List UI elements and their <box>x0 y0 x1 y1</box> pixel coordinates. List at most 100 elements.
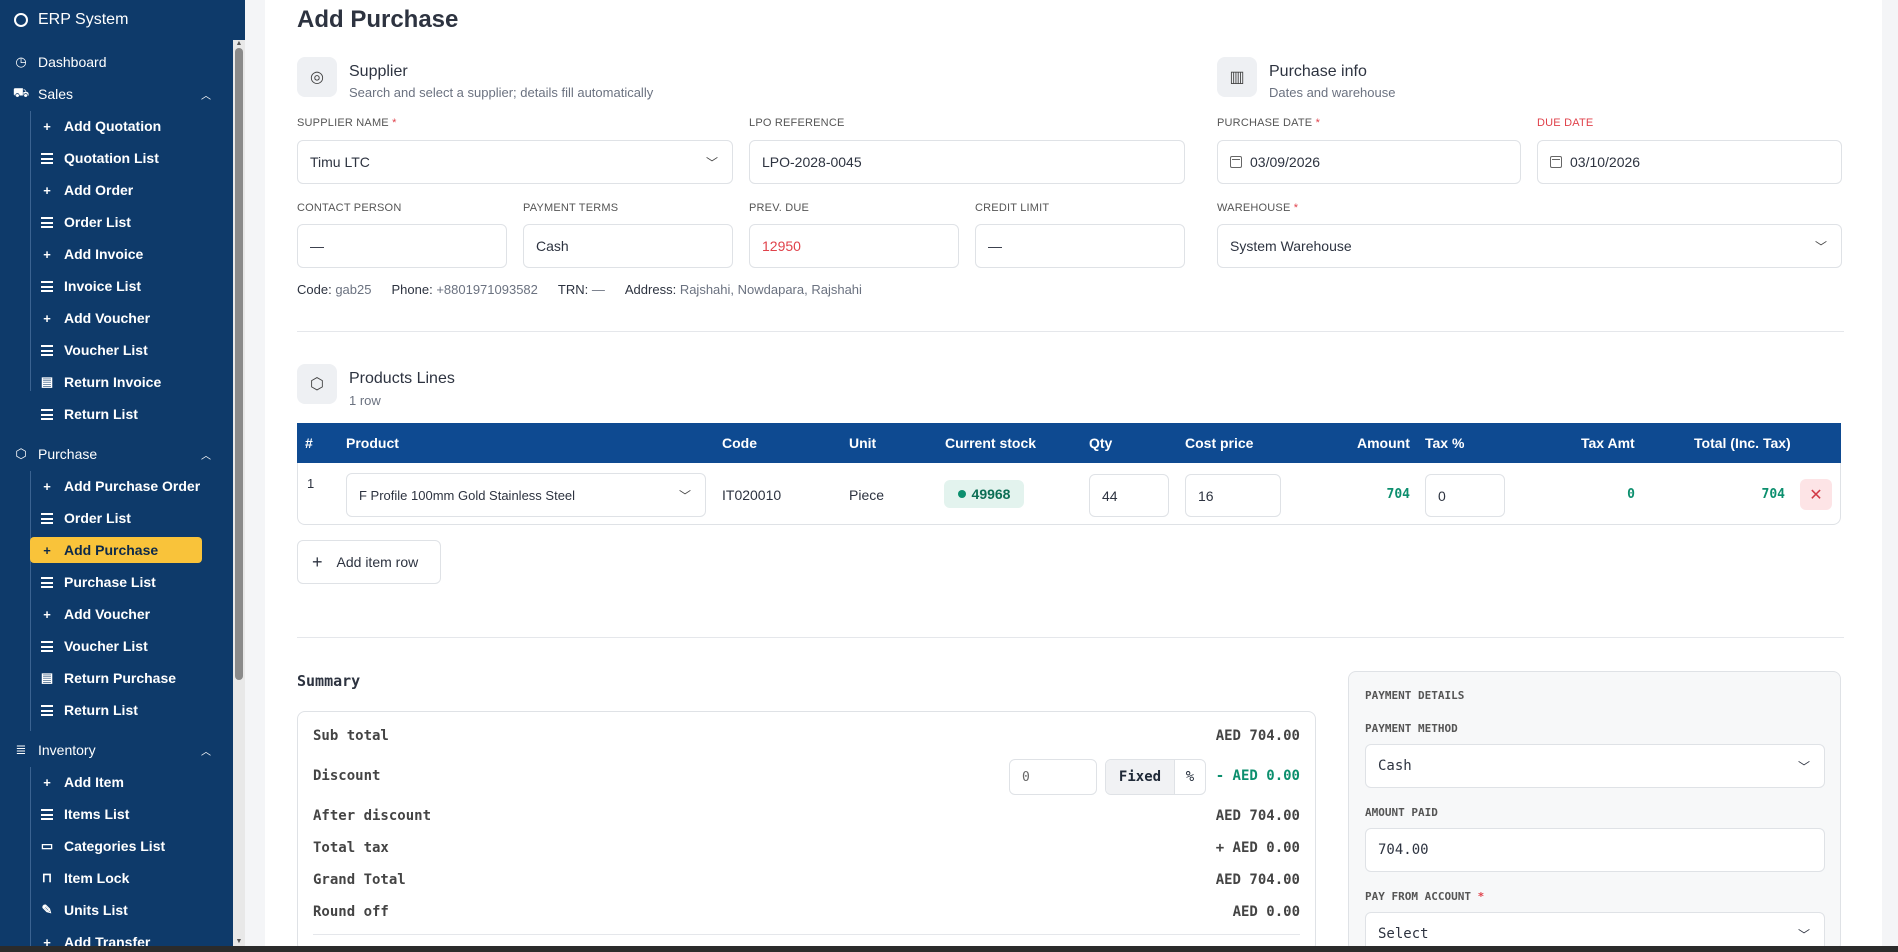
supplier-section-title: Supplier <box>349 63 408 80</box>
dashboard-icon: ◷ <box>15 54 27 69</box>
discount-percent-option[interactable]: % <box>1175 760 1205 794</box>
sidebar-item-purchase-add-voucher[interactable]: + Add Voucher <box>0 600 233 628</box>
list-icon <box>40 703 54 717</box>
col-product: Product <box>346 435 399 451</box>
window-bottom-edge <box>0 946 1898 952</box>
location-pin-icon: ◎ <box>297 57 337 97</box>
sidebar-group-purchase[interactable]: ⬡ Purchase ︿ <box>0 440 233 468</box>
remove-row-button[interactable]: ✕ <box>1800 479 1832 510</box>
amount-paid-input[interactable]: 704.00 <box>1365 828 1825 872</box>
col-unit: Unit <box>849 435 877 451</box>
divider <box>297 637 1844 638</box>
sidebar-item-item-lock[interactable]: ⊓ Item Lock <box>0 864 233 892</box>
sidebar-item-purchase-voucher-list[interactable]: Voucher List <box>0 632 233 660</box>
sidebar-item-categories-list[interactable]: ▭ Categories List <box>0 832 233 860</box>
amount-paid-label: AMOUNT PAID <box>1365 806 1438 819</box>
sidebar-item-add-voucher[interactable]: + Add Voucher <box>0 304 233 332</box>
qty-input[interactable]: 44 <box>1089 474 1169 517</box>
app-title: ERP System <box>38 11 129 28</box>
warehouse-select[interactable]: System Warehouse ﹀ <box>1217 224 1842 268</box>
app-header: ERP System <box>0 0 245 40</box>
grand-total-label: Grand Total <box>313 872 406 888</box>
sidebar-group-inventory[interactable]: ≣ Inventory ︿ <box>0 736 233 764</box>
plus-icon: + <box>43 542 51 558</box>
sidebar-item-invoice-list[interactable]: Invoice List <box>0 272 233 300</box>
box-icon: ⬡ <box>15 446 27 461</box>
cost-price-input[interactable]: 16 <box>1185 474 1281 517</box>
total-tax-value: + AED 0.00 <box>1215 840 1300 856</box>
lock-icon: ⊓ <box>41 870 53 885</box>
payment-terms-field[interactable]: Cash <box>523 224 733 268</box>
sub-total-value: AED 704.00 <box>1215 728 1300 744</box>
sidebar-item-voucher-list[interactable]: Voucher List <box>0 336 233 364</box>
credit-limit-field[interactable]: — <box>975 224 1185 268</box>
discount-fixed-option[interactable]: Fixed <box>1106 760 1175 794</box>
credit-limit-label: CREDIT LIMIT <box>975 202 1050 214</box>
plus-icon: + <box>43 246 51 262</box>
row-tax-amt: 0 <box>1627 487 1635 502</box>
col-total: Total (Inc. Tax) <box>1694 435 1791 451</box>
sidebar-item-purchase-return-list[interactable]: Return List <box>0 696 233 724</box>
col-code: Code <box>722 435 757 451</box>
sub-total-label: Sub total <box>313 728 389 744</box>
sidebar-item-add-purchase[interactable]: + Add Purchase <box>30 537 202 563</box>
sidebar-item-add-item[interactable]: + Add Item <box>0 768 233 796</box>
sidebar-item-items-list[interactable]: Items List <box>0 800 233 828</box>
tax-pct-input[interactable]: 0 <box>1425 474 1505 517</box>
list-icon <box>40 279 54 293</box>
plus-icon: + <box>43 478 51 494</box>
sidebar-item-add-invoice[interactable]: + Add Invoice <box>0 240 233 268</box>
due-date-input[interactable]: 03/10/2026 <box>1537 140 1842 184</box>
sidebar-item-purchase-order-list[interactable]: Order List <box>0 504 233 532</box>
sidebar-item-return-list[interactable]: Return List <box>0 400 233 428</box>
col-qty: Qty <box>1089 435 1113 451</box>
chevron-down-icon: ﹀ <box>705 155 718 170</box>
add-item-row-button[interactable]: + Add item row <box>297 540 441 584</box>
divider <box>297 331 1844 332</box>
row-amount: 704 <box>1386 487 1410 502</box>
payment-terms-label: PAYMENT TERMS <box>523 202 619 214</box>
lpo-reference-input[interactable]: LPO-2028-0045 <box>749 140 1185 184</box>
scroll-up-icon[interactable]: ▲ <box>235 40 243 48</box>
product-select[interactable]: F Profile 100mm Gold Stainless Steel ﹀ <box>346 473 706 517</box>
plus-icon: + <box>43 118 51 134</box>
purchase-info-title: Purchase info <box>1269 63 1367 80</box>
supplier-name-select[interactable]: Timu LTC ﹀ <box>297 140 733 184</box>
status-dot-icon <box>957 490 966 498</box>
receipt-icon: ▤ <box>40 670 54 685</box>
sidebar-item-units-list[interactable]: ✎ Units List <box>0 896 233 924</box>
plus-icon: + <box>43 310 51 326</box>
list-icon <box>40 807 54 821</box>
payment-method-label: PAYMENT METHOD <box>1365 722 1458 735</box>
sidebar-group-sales[interactable]: ⛟ Sales ︿ <box>0 80 233 108</box>
sidebar-item-order-list[interactable]: Order List <box>0 208 233 236</box>
scroll-down-icon[interactable]: ▼ <box>235 938 243 946</box>
col-amount: Amount <box>1357 435 1410 451</box>
database-icon: ≣ <box>15 742 27 757</box>
sidebar-item-return-purchase[interactable]: ▤ Return Purchase <box>0 664 233 692</box>
chevron-down-icon: ﹀ <box>1797 927 1810 942</box>
sidebar-item-purchase-list[interactable]: Purchase List <box>0 568 233 596</box>
list-icon <box>40 151 54 165</box>
plus-icon: + <box>312 551 323 572</box>
purchase-date-input[interactable]: 03/09/2026 <box>1217 140 1521 184</box>
summary-box <box>297 711 1316 952</box>
sidebar-item-dashboard[interactable]: ◷ Dashboard <box>0 48 233 76</box>
payment-details-title: PAYMENT DETAILS <box>1365 689 1465 702</box>
due-date-label: DUE DATE <box>1537 117 1594 129</box>
sidebar-item-add-order[interactable]: + Add Order <box>0 176 233 204</box>
sidebar-item-add-quotation[interactable]: + Add Quotation <box>0 112 233 140</box>
sidebar-item-add-purchase-order[interactable]: + Add Purchase Order <box>0 472 233 500</box>
after-discount-label: After discount <box>313 808 432 824</box>
sidebar-item-return-invoice[interactable]: ▤ Return Invoice <box>0 368 233 396</box>
contact-person-field[interactable]: — <box>297 224 507 268</box>
product-unit: Piece <box>849 487 885 503</box>
sidebar-scrollbar-thumb[interactable] <box>235 48 243 680</box>
payment-method-select[interactable]: Cash ﹀ <box>1365 744 1825 788</box>
discount-input[interactable]: 0 <box>1009 759 1097 795</box>
list-icon <box>40 639 54 653</box>
cube-icon: ⬡ <box>297 364 337 404</box>
sidebar-item-quotation-list[interactable]: Quotation List <box>0 144 233 172</box>
prev-due-field[interactable]: 12950 <box>749 224 959 268</box>
cart-icon: ⛟ <box>12 85 30 100</box>
